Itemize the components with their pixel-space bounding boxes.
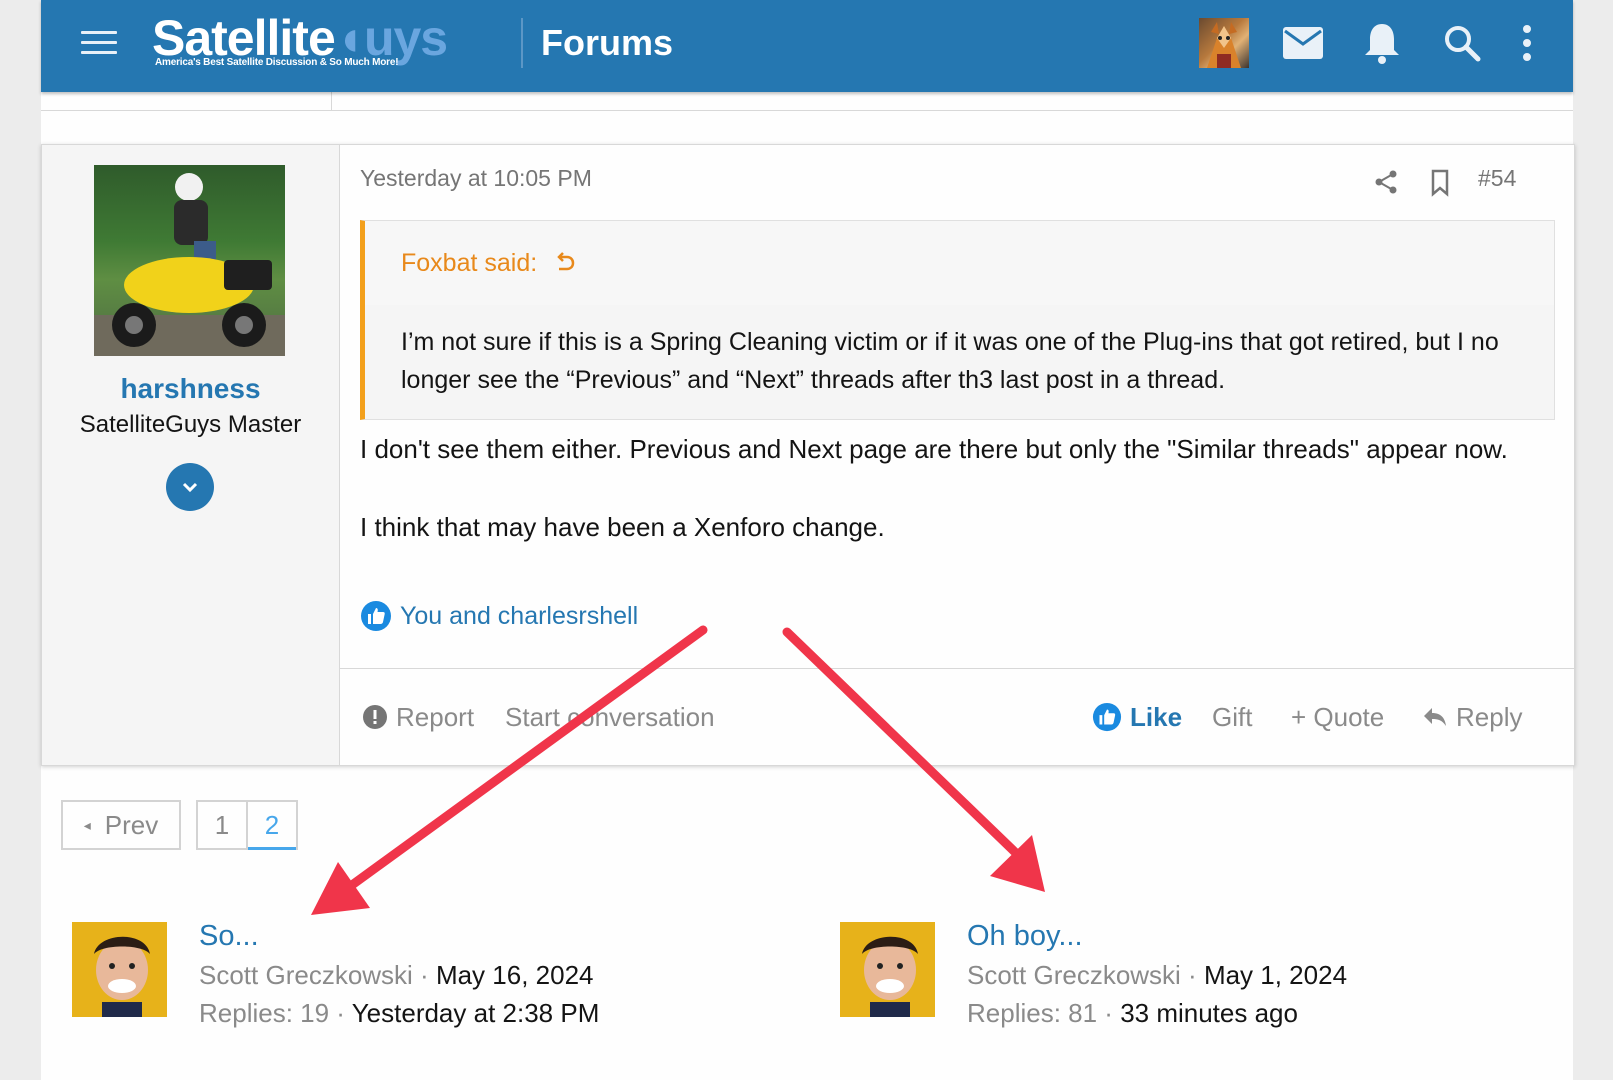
thread-meta: Scott Greczkowski · May 1, 2024 <box>967 960 1348 990</box>
post-actions-bar: Report Start conversation Like Gift + Qu… <box>340 668 1574 766</box>
like-label: Like <box>1130 701 1183 732</box>
reply-button[interactable]: Reply <box>1422 699 1522 735</box>
logo-tagline: America's Best Satellite Discussion & So… <box>155 57 399 68</box>
account-avatar[interactable] <box>1199 18 1249 68</box>
page-numbers: 1 2 <box>196 800 298 850</box>
reply-label: Reply <box>1456 701 1523 732</box>
thread-start-date: May 1, 2024 <box>1203 960 1348 990</box>
message-body: I don't see them either. Previous and Ne… <box>360 429 1530 547</box>
more-options-icon[interactable] <box>1502 18 1552 68</box>
user-info-column: harshness SatelliteGuys Master <box>42 145 340 765</box>
search-icon[interactable] <box>1437 18 1487 68</box>
bell-icon[interactable] <box>1357 18 1407 68</box>
section-title[interactable]: Forums <box>541 18 673 68</box>
similar-thread-item: So... Scott Greczkowski · May 16, 2024 R… <box>72 920 772 1040</box>
quote-author-link[interactable]: Foxbat said: <box>401 249 576 278</box>
expand-user-info-button[interactable] <box>166 463 214 511</box>
quote-text: I’m not sure if this is a Spring Cleanin… <box>401 328 1499 394</box>
like-reaction-icon <box>361 601 391 631</box>
thread-author-avatar[interactable] <box>840 922 935 1017</box>
gift-button[interactable]: Gift <box>1212 699 1252 735</box>
thread-replies: Replies: 81 <box>967 998 1098 1028</box>
page-link-2-current[interactable]: 2 <box>248 802 296 850</box>
thread-replies: Replies: 19 <box>199 998 330 1028</box>
chevron-down-icon <box>182 482 198 493</box>
thread-author[interactable]: Scott Greczkowski <box>967 960 1181 990</box>
page-link-1[interactable]: 1 <box>198 802 248 848</box>
report-label: Report <box>396 701 475 732</box>
top-navigation-bar: Satellite◖uys America's Best Satellite D… <box>41 0 1573 92</box>
thread-meta: Scott Greczkowski · May 16, 2024 <box>199 960 594 990</box>
start-conversation-label: Start conversation <box>505 701 715 732</box>
gift-label: Gift <box>1212 701 1253 732</box>
reactions-text: You and charlesrshell <box>400 601 639 630</box>
mail-icon[interactable] <box>1278 18 1328 68</box>
post-date[interactable]: Yesterday at 10:05 PM <box>360 165 592 192</box>
thread-last-post[interactable]: 33 minutes ago <box>1120 998 1298 1028</box>
thread-author[interactable]: Scott Greczkowski <box>199 960 413 990</box>
thread-stats: Replies: 19 · Yesterday at 2:38 PM <box>199 998 600 1028</box>
report-button[interactable]: Report <box>362 699 474 735</box>
message-paragraph: I don't see them either. Previous and Ne… <box>360 434 1508 464</box>
thread-title-link[interactable]: So... <box>199 920 259 953</box>
thread-last-post[interactable]: Yesterday at 2:38 PM <box>352 998 600 1028</box>
thumbs-up-icon <box>1092 702 1122 732</box>
chevron-left-icon: ◂ <box>83 816 91 833</box>
quote-label: + Quote <box>1291 701 1385 732</box>
user-avatar[interactable] <box>94 165 285 356</box>
prev-page-button[interactable]: ◂ Prev <box>61 800 181 850</box>
share-icon[interactable] <box>1371 167 1401 197</box>
thread-author-avatar[interactable] <box>72 922 167 1017</box>
user-title: SatelliteGuys Master <box>79 411 302 438</box>
thread-stats: Replies: 81 · 33 minutes ago <box>967 998 1298 1028</box>
similar-thread-item: Oh boy... Scott Greczkowski · May 1, 202… <box>840 920 1540 1040</box>
site-logo[interactable]: Satellite◖uys America's Best Satellite D… <box>152 8 492 72</box>
post-number[interactable]: #54 <box>1478 165 1516 192</box>
jump-to-quote-icon <box>557 252 575 271</box>
prev-label: Prev <box>104 809 159 840</box>
reactions-bar[interactable]: You and charlesrshell <box>360 600 638 632</box>
bookmark-icon[interactable] <box>1425 167 1455 197</box>
thread-title-link[interactable]: Oh boy... <box>967 920 1083 953</box>
message-column: Yesterday at 10:05 PM #54 Foxbat said: I… <box>340 145 1574 765</box>
header-divider <box>521 18 523 68</box>
previous-post-edge <box>41 92 1573 111</box>
username[interactable]: harshness <box>42 373 339 405</box>
message-paragraph: I think that may have been a Xenforo cha… <box>360 512 885 542</box>
menu-icon[interactable] <box>81 30 117 56</box>
start-conversation-button[interactable]: Start conversation <box>505 699 715 735</box>
reply-icon <box>1424 708 1446 726</box>
quote-author: Foxbat said: <box>401 249 538 277</box>
alert-icon <box>363 705 387 729</box>
thread-start-date: May 16, 2024 <box>435 960 594 990</box>
quote-button[interactable]: + Quote <box>1291 699 1384 735</box>
like-button[interactable]: Like <box>1092 699 1182 735</box>
post-54: harshness SatelliteGuys Master Yesterday… <box>41 144 1575 766</box>
quote-block: Foxbat said: I’m not sure if this is a S… <box>360 220 1555 420</box>
